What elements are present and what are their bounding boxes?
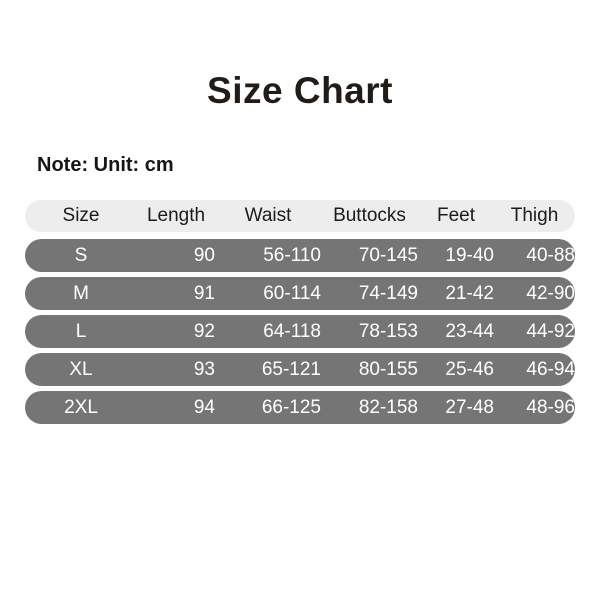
cell-feet: 23-44: [445, 320, 494, 342]
column-header-length: Length: [146, 205, 206, 226]
column-header-buttocks: Buttocks: [333, 205, 406, 226]
cell-thigh: 44-92: [526, 320, 575, 342]
cell-waist: 66-125: [261, 396, 321, 418]
unit-note: Note: Unit: cm: [37, 154, 174, 176]
table-row: L 92 64-118 78-153 23-44 44-92: [25, 315, 575, 348]
cell-length: 91: [193, 282, 215, 304]
cell-thigh: 46-94: [526, 358, 575, 380]
cell-size: L: [75, 320, 87, 342]
cell-length: 93: [193, 358, 215, 380]
cell-buttocks: 78-153: [358, 320, 418, 342]
cell-feet: 21-42: [445, 282, 494, 304]
size-chart-page: Size Chart Note: Unit: cm Size Length Wa…: [0, 0, 600, 600]
page-title: Size Chart: [207, 70, 393, 111]
cell-size: XL: [69, 358, 93, 380]
cell-waist: 60-114: [263, 282, 321, 304]
cell-feet: 27-48: [445, 396, 494, 418]
column-header-feet: Feet: [436, 205, 476, 226]
cell-length: 94: [193, 396, 215, 418]
cell-waist: 65-121: [261, 358, 321, 380]
cell-buttocks: 80-155: [358, 358, 418, 380]
cell-buttocks: 74-149: [358, 282, 418, 304]
cell-waist: 64-118: [263, 320, 321, 342]
cell-feet: 19-40: [445, 244, 494, 266]
table-header-row: Size Length Waist Buttocks Feet Thigh: [25, 200, 575, 232]
cell-length: 92: [193, 320, 215, 342]
cell-buttocks: 70-145: [358, 244, 418, 266]
column-header-size: Size: [62, 205, 100, 226]
size-chart-table: Size Length Waist Buttocks Feet Thigh S …: [25, 200, 575, 429]
cell-thigh: 48-96: [526, 396, 575, 418]
cell-buttocks: 82-158: [358, 396, 418, 418]
cell-thigh: 42-90: [526, 282, 575, 304]
table-row: S 90 56-110 70-145 19-40 40-88: [25, 239, 575, 272]
cell-length: 90: [193, 244, 215, 266]
cell-size: S: [74, 244, 88, 266]
cell-thigh: 40-88: [526, 244, 575, 266]
table-row: 2XL 94 66-125 82-158 27-48 48-96: [25, 391, 575, 424]
table-row: XL 93 65-121 80-155 25-46 46-94: [25, 353, 575, 386]
cell-feet: 25-46: [445, 358, 494, 380]
column-header-thigh: Thigh: [510, 205, 559, 226]
cell-size: M: [73, 282, 89, 304]
column-header-waist: Waist: [244, 205, 292, 226]
cell-size: 2XL: [64, 396, 98, 418]
table-row: M 91 60-114 74-149 21-42 42-90: [25, 277, 575, 310]
cell-waist: 56-110: [263, 244, 321, 266]
